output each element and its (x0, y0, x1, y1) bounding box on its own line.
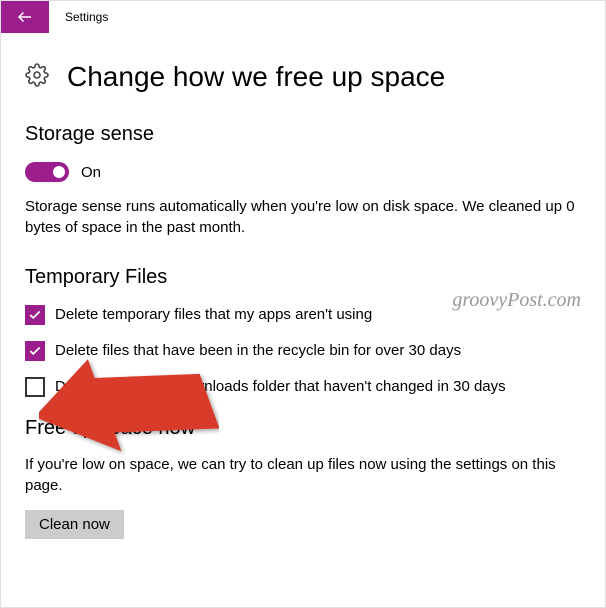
toggle-knob (53, 166, 65, 178)
storage-sense-title: Storage sense (25, 123, 581, 146)
storage-sense-description: Storage sense runs automatically when yo… (25, 196, 581, 238)
check-icon (28, 308, 42, 322)
arrow-left-icon (16, 8, 34, 26)
checkbox-recycle-bin[interactable] (25, 341, 45, 361)
checkbox-downloads-label: Delete files in the Downloads folder tha… (55, 377, 506, 397)
back-button[interactable] (1, 1, 49, 33)
storage-sense-toggle-row: On (25, 162, 581, 182)
clean-now-button[interactable]: Clean now (25, 510, 124, 539)
gear-icon (25, 63, 49, 92)
temporary-files-title: Temporary Files (25, 266, 581, 289)
checkbox-row-downloads: Delete files in the Downloads folder tha… (25, 377, 581, 397)
checkbox-downloads[interactable] (25, 377, 45, 397)
checkbox-delete-temp[interactable] (25, 305, 45, 325)
checkbox-row-temp-files: Delete temporary files that my apps aren… (25, 305, 581, 325)
page-heading-row: Change how we free up space (25, 61, 581, 93)
checkbox-recycle-bin-label: Delete files that have been in the recyc… (55, 341, 461, 361)
checkbox-row-recycle-bin: Delete files that have been in the recyc… (25, 341, 581, 361)
window-title: Settings (49, 10, 108, 24)
check-icon (28, 344, 42, 358)
checkbox-delete-temp-label: Delete temporary files that my apps aren… (55, 305, 372, 325)
free-up-title: Free up space now (25, 417, 581, 440)
window-header: Settings (1, 1, 605, 33)
page-title: Change how we free up space (67, 61, 445, 93)
storage-sense-toggle-label: On (81, 164, 101, 181)
content-area: Change how we free up space Storage sens… (1, 33, 605, 563)
storage-sense-toggle[interactable] (25, 162, 69, 182)
free-up-description: If you're low on space, we can try to cl… (25, 454, 581, 496)
